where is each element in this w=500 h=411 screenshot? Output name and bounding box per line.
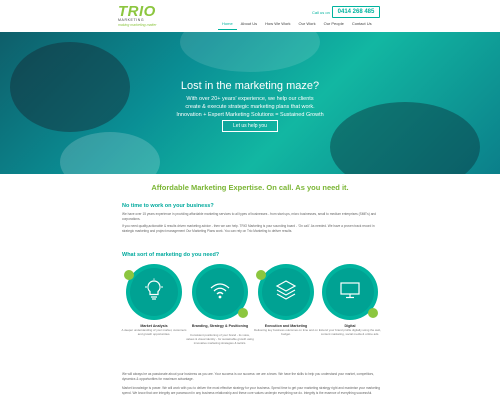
phone-button[interactable]: 0414 268 485 [332, 6, 380, 18]
hero-line-2: create & execute strategic marketing pla… [185, 104, 315, 110]
accent-dot [368, 308, 378, 318]
trio-logo[interactable]: TRIO MARKETING making marketing matter [118, 4, 168, 28]
wifi-icon [210, 283, 230, 299]
service-desc: A deeper understanding of your market, c… [121, 328, 187, 336]
logo-word: TRIO [118, 3, 156, 20]
service-desc: Extend your brand profile digitally usin… [318, 328, 382, 336]
service-market-analysis[interactable]: Market Analysis A deeper understanding o… [122, 264, 186, 344]
service-title: Branding, Strategy & Positioning [191, 324, 249, 328]
logo-sub: MARKETING [118, 18, 145, 22]
nav-how-we-work[interactable]: How We Work [261, 20, 294, 30]
nav-contact-us[interactable]: Contact Us [348, 20, 376, 30]
service-desc: Delivering key business outcomes on time… [254, 328, 318, 336]
section-title-no-time: No time to work on your business? [122, 203, 214, 209]
nav-about-us[interactable]: About Us [237, 20, 261, 30]
call-label: Call us on [312, 10, 330, 15]
paragraph-knowledge: Market knowledge is power. We will work … [122, 386, 381, 395]
layers-icon [275, 280, 297, 300]
main-nav: Home About Us How We Work Our Work Our P… [218, 20, 376, 30]
service-circle [322, 264, 378, 320]
accent-dot [124, 270, 134, 280]
service-circle [124, 264, 182, 320]
nav-our-work[interactable]: Our Work [295, 20, 320, 30]
nav-home[interactable]: Home [218, 20, 237, 30]
service-digital[interactable]: Digital Extend your brand profile digita… [319, 264, 382, 344]
service-circle [192, 264, 248, 320]
section-title-marketing-need: What sort of marketing do you need? [122, 252, 220, 258]
service-branding[interactable]: Branding, Strategy & Positioning Consist… [186, 264, 254, 345]
paragraph-passion: We will always be as passionate about yo… [122, 372, 374, 381]
service-desc: Consistent positioning of your brand - i… [186, 333, 254, 345]
paragraph-advice: If you need quality,actionable & results… [122, 224, 375, 233]
logo-tagline: making marketing matter [118, 23, 157, 27]
hero-photo-shape [180, 32, 320, 72]
monitor-icon [340, 282, 360, 299]
accent-dot [256, 270, 266, 280]
let-us-help-button[interactable]: Let us help you [222, 120, 278, 132]
hero-line-1: With over 20+ years' experience, we help… [186, 96, 314, 102]
paragraph-experience: We have over 15 years experience in prov… [122, 212, 377, 221]
hero-title: Lost in the marketing maze? [180, 80, 320, 92]
site-header: TRIO MARKETING making marketing matter C… [0, 0, 500, 32]
hero-photo-shape [60, 132, 160, 174]
accent-dot [238, 308, 248, 318]
service-execution[interactable]: Execution and Marketing Delivering key b… [254, 264, 318, 344]
hero-line-3: Innovation + Expert Marketing Solutions … [176, 112, 324, 118]
hero-banner: Lost in the marketing maze? With over 20… [0, 32, 500, 174]
nav-our-people[interactable]: Our People [320, 20, 348, 30]
lightbulb-icon [145, 278, 163, 300]
service-circle [256, 264, 314, 320]
tagline: Affordable Marketing Expertise. On call.… [151, 183, 349, 192]
